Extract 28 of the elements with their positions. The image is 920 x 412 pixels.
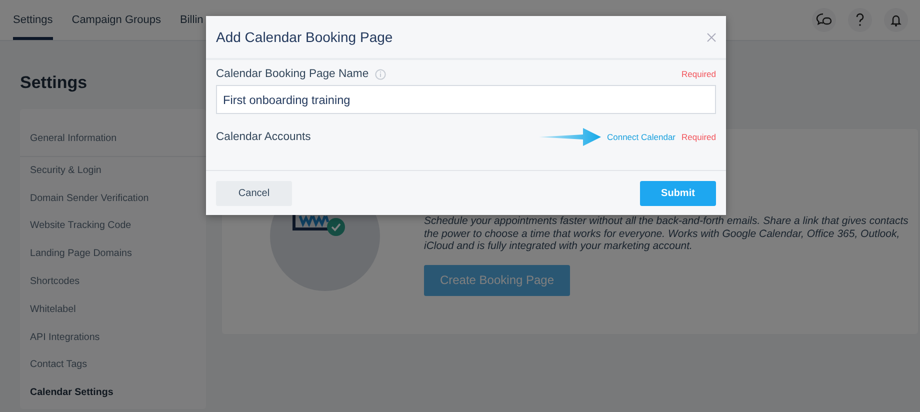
sidebar-item[interactable]: General Information [20,125,206,153]
sidebar-item[interactable]: API Integrations [20,324,206,352]
submit-button[interactable]: Submit [640,180,716,206]
modal-title: Add Calendar Booking Page [216,29,393,45]
sidebar-item[interactable]: Landing Page Domains [20,240,206,268]
sidebar-item[interactable]: Shortcodes [20,268,206,296]
nav-tab[interactable]: Settings [13,0,53,40]
help-icon[interactable] [848,8,872,32]
sidebar-item[interactable]: Security & Login [20,156,206,185]
create-booking-page-button[interactable]: Create Booking Page [424,264,570,296]
nav-tab[interactable]: Billin [180,0,204,40]
sidebar-item[interactable]: Contact Tags [20,351,206,380]
required-label: Required [682,69,716,79]
description-text: Schedule your appointments faster without all the back-and-forth emails. Share a link that gives contacts the power to choose a time that works for everyone. Works with Google Calendar, Office 365, Outlook, iCloud and is fully integrated with your marketing account. [424,215,910,252]
field-label: Calendar Accounts [216,131,311,143]
bell-icon[interactable] [884,8,908,32]
connect-calendar-link[interactable]: Connect Calendar [606,132,676,142]
name-input-field[interactable]: First onboarding training [216,85,716,114]
sidebar-item[interactable]: Calendar Settings [20,379,206,407]
field-label: Calendar Booking Page Name [216,68,369,80]
chat-icon[interactable] [812,8,836,32]
nav-tab[interactable]: Campaign Groups [72,0,162,40]
required-label: Required [682,132,716,142]
sidebar-item[interactable]: Website Tracking Code [20,212,206,240]
cancel-button[interactable]: Cancel [216,180,292,206]
page-title: Settings [20,72,88,94]
sidebar-item[interactable]: Domain Sender Verification [20,184,206,212]
sidebar-item[interactable]: Whitelabel [20,296,206,324]
